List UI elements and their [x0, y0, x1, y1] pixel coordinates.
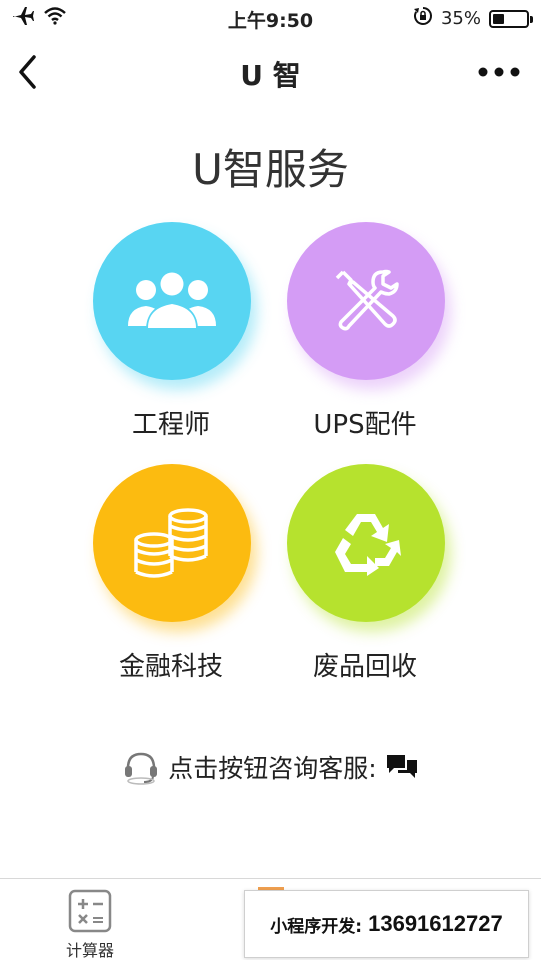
service-engineer[interactable]: 工程师	[71, 222, 271, 452]
more-dots-icon	[478, 67, 520, 77]
calculator-icon	[68, 889, 112, 933]
service-fintech[interactable]: 金融科技	[71, 464, 271, 694]
nav-title: U 智	[240, 59, 301, 92]
dev-banner-label: 小程序开发:	[270, 916, 363, 937]
battery-nub	[530, 15, 533, 23]
service-fintech-label: 金融科技	[118, 652, 223, 682]
service-fintech-circle[interactable]	[93, 464, 251, 622]
page-title: U智服务	[192, 145, 349, 194]
nav-bar: U 智	[0, 40, 541, 104]
contact-row[interactable]: 点击按钮咨询客服:	[0, 748, 541, 786]
service-ups-parts[interactable]: UPS配件	[265, 222, 465, 452]
service-recycle[interactable]: 废品回收	[265, 464, 465, 694]
developer-contact-banner[interactable]: 小程序开发: 13691612727	[244, 890, 529, 958]
service-engineer-label: 工程师	[131, 410, 210, 440]
contact-text: 点击按钮咨询客服:	[168, 754, 377, 783]
status-right: 35%	[413, 6, 533, 31]
orientation-lock-icon	[413, 6, 433, 31]
more-button[interactable]	[477, 58, 521, 86]
service-ups-label: UPS配件	[313, 410, 417, 440]
status-bar: 上午9:50 35%	[0, 0, 541, 36]
service-recycle-label: 废品回收	[312, 652, 417, 682]
service-engineer-circle[interactable]	[93, 222, 251, 380]
tab-calculator-label: 计算器	[65, 941, 114, 960]
battery-percent: 35%	[440, 8, 481, 29]
tools-icon	[335, 269, 399, 331]
tab-calculator[interactable]: 计算器	[50, 889, 130, 960]
service-ups-circle[interactable]	[287, 222, 445, 380]
chat-bubbles-icon[interactable]	[385, 752, 419, 782]
battery-fill	[493, 13, 505, 24]
battery-icon	[489, 9, 533, 28]
coins-icon	[134, 508, 208, 578]
service-recycle-circle[interactable]	[287, 464, 445, 622]
dev-banner-phone[interactable]: 13691612727	[368, 911, 503, 937]
recycle-icon	[335, 514, 401, 576]
headset-icon	[125, 752, 158, 785]
people-group-icon	[128, 271, 216, 330]
